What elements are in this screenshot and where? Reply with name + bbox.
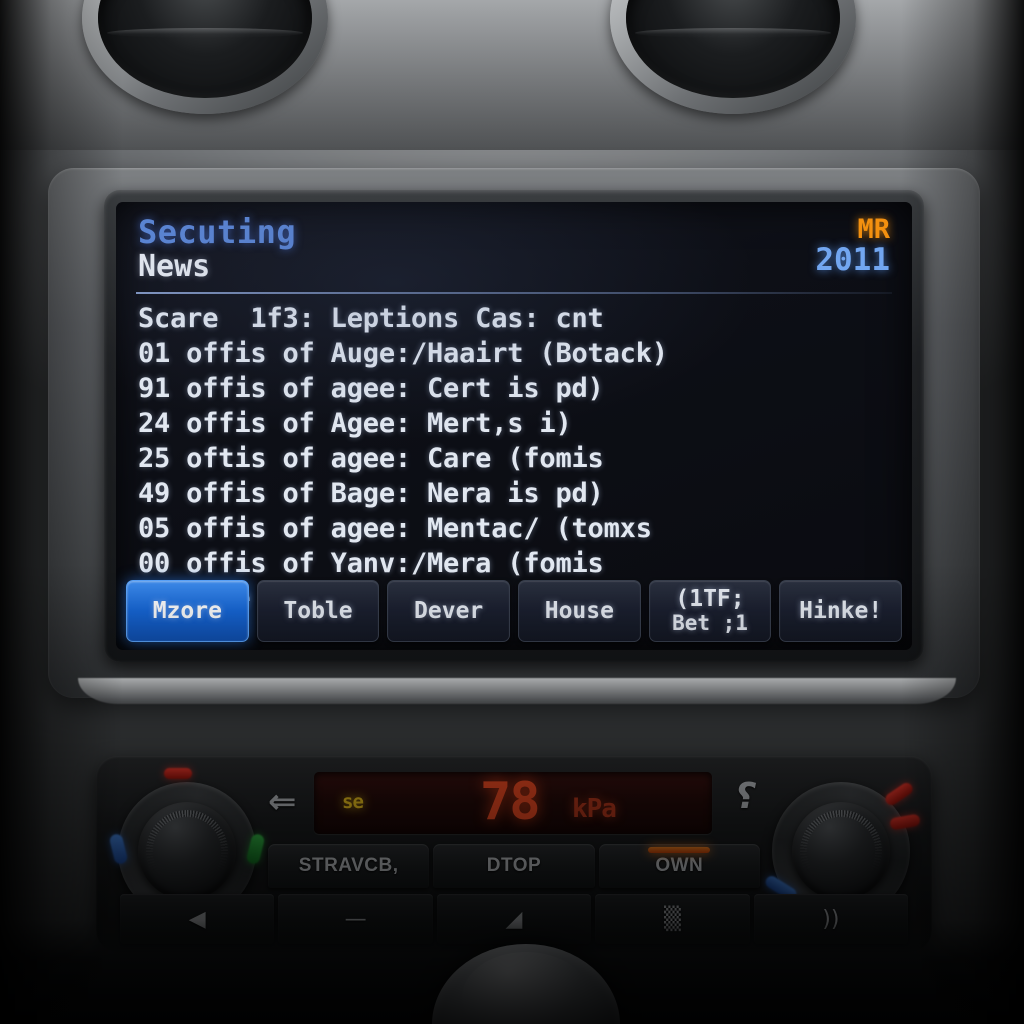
softkey-label: House [544, 598, 614, 624]
status-badge: MR [857, 214, 890, 245]
lcd-aux-indicator: se [342, 791, 364, 813]
softkey-label: Mzore [152, 598, 222, 624]
page-subtitle: News [138, 248, 211, 284]
list-item[interactable]: 00 offis of Yanv:/Mera (fomis [138, 546, 890, 581]
temperature-knob-body [792, 802, 890, 900]
softkey-label: (1TF; [675, 586, 745, 612]
car-dashboard: Secuting News MR 2011 Scare 1f3: Leption… [0, 0, 1024, 1024]
softkey-label: Hinke! [799, 598, 883, 624]
climate-button-row-upper: STRAVCB, DTOP OWN [268, 844, 760, 888]
screen-content-list: Scare 1f3: Leptions Cas: cnt 01 offis of… [116, 294, 912, 614]
softkey-house[interactable]: House [518, 580, 641, 642]
climate-button-stravcb[interactable]: STRAVCB, [268, 844, 430, 888]
dual-zone-icon[interactable]: ⸮ [735, 776, 756, 817]
lcd-temperature-value: 78 [480, 772, 541, 832]
vent-blade-icon [634, 27, 832, 38]
climate-button-own[interactable]: OWN [598, 844, 760, 888]
softkey-mzore[interactable]: Mzore [126, 580, 249, 642]
softkey-toble[interactable]: Toble [256, 580, 380, 642]
list-item[interactable]: 05 offis of agee: Mentac/ (tomxs [138, 511, 890, 546]
header-status-group: MR 2011 [815, 214, 890, 279]
list-item[interactable]: 25 oftis of agee: Care (fomis [138, 441, 890, 476]
screen-header: Secuting News MR 2011 [116, 202, 912, 294]
page-title: Secuting [138, 213, 297, 251]
header-divider [136, 292, 892, 294]
year-indicator: 2011 [815, 242, 890, 279]
softkey-bar: Mzore Toble Dever House (1TF; Bet ;1 Hin… [126, 580, 903, 642]
softkey-hinke[interactable]: Hinke! [779, 580, 903, 642]
softkey-bet[interactable]: (1TF; Bet ;1 [648, 580, 772, 642]
list-item[interactable]: 24 offis of Agee: Mert,s i) [138, 406, 890, 441]
fan-speed-knob-body [138, 802, 236, 900]
screen-bezel: Secuting News MR 2011 Scare 1f3: Leption… [104, 190, 924, 662]
climate-button-label: OWN [655, 855, 704, 876]
air-vent-right-inner [626, 0, 840, 98]
air-vent-left-inner [98, 0, 312, 98]
lcd-temperature-unit: kPa [572, 794, 617, 824]
knob-mark-red-icon [164, 768, 192, 779]
column-header: Scare 1f3: Leptions Cas: cnt [138, 303, 604, 334]
climate-button-dtop[interactable]: DTOP [433, 844, 595, 888]
climate-button-label: DTOP [486, 855, 542, 876]
knob-mark-red-icon [883, 780, 915, 808]
chrome-trim-strip [78, 678, 956, 704]
softkey-label-second-line: Bet ;1 [672, 611, 748, 635]
list-item[interactable]: 49 offis of Bage: Nera is pd) [138, 476, 890, 511]
recirculate-air-icon[interactable]: ⇐ [268, 782, 297, 822]
softkey-label: Toble [283, 598, 353, 624]
knob-knurl-texture [800, 810, 882, 892]
list-item[interactable]: 91 offis of agee: Cert is pd) [138, 371, 890, 406]
status-led-indicator [648, 847, 711, 853]
knob-knurl-texture [146, 810, 228, 892]
vent-blade-icon [106, 27, 304, 38]
climate-lcd-display: se 78 kPa [314, 772, 712, 834]
softkey-label: Dever [414, 598, 484, 624]
infotainment-screen[interactable]: Secuting News MR 2011 Scare 1f3: Leption… [116, 202, 912, 650]
list-item[interactable]: 01 offis of Auge:/Haairt (Botack) [138, 336, 890, 371]
climate-button-label: STRAVCB, [298, 855, 399, 876]
softkey-dever[interactable]: Dever [387, 580, 511, 642]
